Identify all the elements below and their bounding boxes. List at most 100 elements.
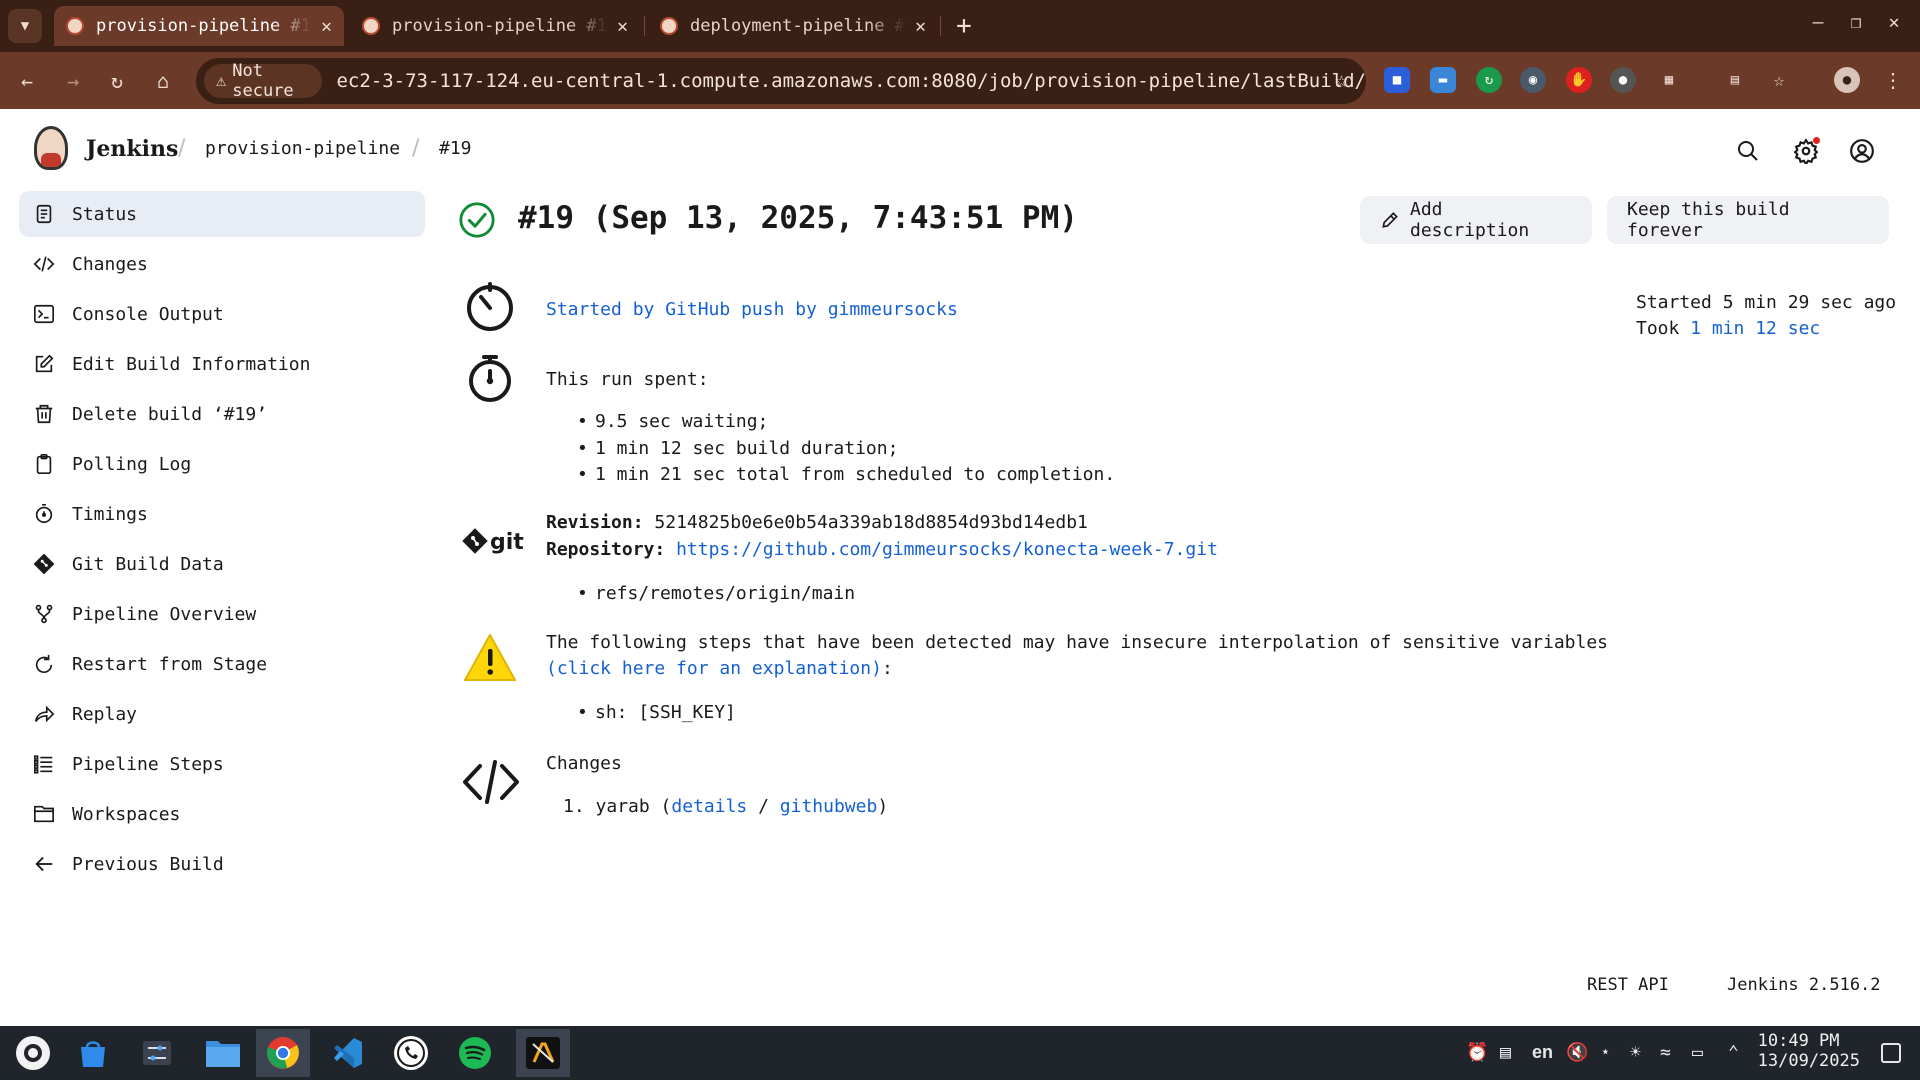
change-githubweb-link[interactable]: githubweb [780,796,878,817]
repository-link[interactable]: https://github.com/gimmeursocks/konecta-… [676,539,1218,560]
extensions-puzzle-icon[interactable]: ▦ [1656,67,1682,93]
keyboard-layout-indicator[interactable]: en [1532,1042,1553,1063]
reload-icon[interactable]: ↻ [100,64,134,98]
extension-red-icon[interactable]: ✋ [1566,67,1592,93]
sidebar-item-previous-build[interactable]: Previous Build [19,841,425,887]
show-desktop-icon[interactable] [1881,1043,1901,1063]
extension-glasses-icon[interactable]: ◉ [1520,67,1546,93]
manage-jenkins-gear-icon[interactable] [1792,137,1820,165]
change-number: 1. [563,796,596,817]
close-tab-icon[interactable]: ✕ [915,16,926,37]
new-tab-button[interactable]: + [946,8,982,44]
site-info-button[interactable]: ⚠ Not secure [204,61,323,101]
browser-tab-2[interactable]: provision-pipeline #19 [Jenkins] ✕ [350,6,640,46]
breadcrumb-build[interactable]: #19 [439,138,472,159]
spotify-icon[interactable] [448,1029,502,1077]
files-icon[interactable] [196,1029,250,1077]
breadcrumb-separator: / [412,136,420,161]
bitwarden-extension-icon[interactable]: ■ [1384,67,1410,93]
rest-api-link[interactable]: REST API [1587,975,1669,995]
bookmarks-icon[interactable]: ☆ [1766,67,1792,93]
back-icon[interactable]: ← [10,64,44,98]
browser-tab-1[interactable]: provision-pipeline #19 [Jenkins] ✕ [54,6,344,46]
browser-menu-icon[interactable]: ⋮ [1880,67,1906,93]
trigger-link[interactable]: Started by GitHub push by gimmeursocks [546,299,958,320]
wifi-icon[interactable]: ≈ [1660,1042,1671,1063]
keep-build-forever-button[interactable]: Keep this build forever [1607,196,1889,244]
bookmark-star-icon[interactable]: ☆ [1335,68,1348,93]
sidebar-item-timings[interactable]: Timings [19,491,425,537]
system-clock[interactable]: 10:49 PM 13/09/2025 [1758,1031,1860,1071]
bluetooth-icon[interactable]: ⋆ [1600,1042,1611,1063]
explanation-link[interactable]: (click here for an explanation) [546,658,882,679]
jenkins-version-link[interactable]: Jenkins 2.516.2 [1727,975,1881,995]
branch-icon [33,603,55,625]
list-item: 1 min 12 sec build duration; [577,438,898,459]
sidebar-item-label: Delete build ‘#19’ [72,403,268,425]
sidebar-item-workspaces[interactable]: Workspaces [19,791,425,837]
brightness-icon[interactable]: ☀ [1630,1042,1641,1063]
jenkins-brand-link[interactable]: Jenkins [86,136,178,162]
sidebar-item-changes[interactable]: Changes [19,241,425,287]
tab-separator [644,16,645,36]
battery-icon[interactable]: ▭ [1692,1042,1703,1063]
search-icon[interactable] [1734,137,1762,165]
extension-blue-icon[interactable]: ▬ [1430,67,1456,93]
browser-tab-3[interactable]: deployment-pipeline #2 [Jenkins] ✕ [648,6,938,46]
code-icon [33,253,55,275]
close-tab-icon[interactable]: ✕ [617,16,628,37]
jenkins-logo-icon[interactable] [34,126,68,170]
reading-list-icon[interactable]: ▤ [1722,67,1748,93]
not-secure-label: Not secure [232,61,294,101]
sidebar-item-label: Polling Log [72,453,192,475]
terminal-app-icon[interactable] [516,1029,570,1077]
launcher-icon[interactable] [6,1029,60,1077]
chrome-icon[interactable] [256,1029,310,1077]
keep-build-forever-label: Keep this build forever [1627,199,1790,241]
list-item: 9.5 sec waiting; [577,411,768,432]
whatsapp-icon[interactable] [384,1029,438,1077]
close-tab-icon[interactable]: ✕ [321,16,332,37]
tab-title: provision-pipeline #19 [Jenkins] [96,16,311,36]
trash-icon [33,403,55,425]
minimize-icon[interactable]: — [1800,12,1836,33]
sidebar-item-edit-build-information[interactable]: Edit Build Information [19,341,425,387]
add-description-button[interactable]: Add description [1360,196,1592,244]
tray-expand-chevron-icon[interactable]: ⌃ [1728,1042,1739,1063]
clipboard-tray-icon[interactable]: ▤ [1500,1042,1511,1063]
store-icon[interactable] [66,1029,120,1077]
user-account-icon[interactable] [1848,137,1876,165]
vscode-icon[interactable] [320,1029,374,1077]
warning-step-item: sh: [SSH_KEY] [577,702,736,723]
restore-icon[interactable]: ❐ [1838,12,1874,33]
forward-icon[interactable]: → [56,64,90,98]
sidebar-item-console-output[interactable]: Console Output [19,291,425,337]
sidebar-item-label: Restart from Stage [72,653,268,675]
repository-label: Repository: [546,539,666,560]
profile-avatar[interactable]: ● [1834,67,1860,93]
sidebar-item-pipeline-steps[interactable]: Pipeline Steps [19,741,425,787]
sidebar-item-restart-from-stage[interactable]: Restart from Stage [19,641,425,687]
sidebar-item-status[interactable]: Status [19,191,425,237]
home-icon[interactable]: ⌂ [146,64,180,98]
replay-icon [33,703,55,725]
took-duration-link[interactable]: 1 min 12 sec [1690,318,1820,339]
close-window-icon[interactable]: ✕ [1876,12,1912,33]
sidebar-item-delete-build[interactable]: Delete build ‘#19’ [19,391,425,437]
tab-search-button[interactable]: ▼ [8,9,42,43]
alarm-icon[interactable]: ⏰ [1466,1042,1488,1063]
volume-muted-icon[interactable]: 🔇 [1566,1042,1588,1063]
breadcrumb-job[interactable]: provision-pipeline [205,138,400,159]
settings-icon[interactable] [130,1029,184,1077]
extension-green-icon[interactable]: ↻ [1476,67,1502,93]
sidebar-item-polling-log[interactable]: Polling Log [19,441,425,487]
url-text[interactable]: ec2-3-73-117-124.eu-central-1.compute.am… [336,70,1366,92]
address-bar[interactable]: ⚠ Not secure ec2-3-73-117-124.eu-central… [196,58,1366,104]
sidebar-item-replay[interactable]: Replay [19,691,425,737]
extension-gray-icon[interactable]: ● [1610,67,1636,93]
sidebar-item-label: Status [72,203,138,225]
breadcrumb-separator: / [178,136,186,161]
sidebar-item-git-build-data[interactable]: Git Build Data [19,541,425,587]
change-details-link[interactable]: details [671,796,747,817]
sidebar-item-pipeline-overview[interactable]: Pipeline Overview [19,591,425,637]
